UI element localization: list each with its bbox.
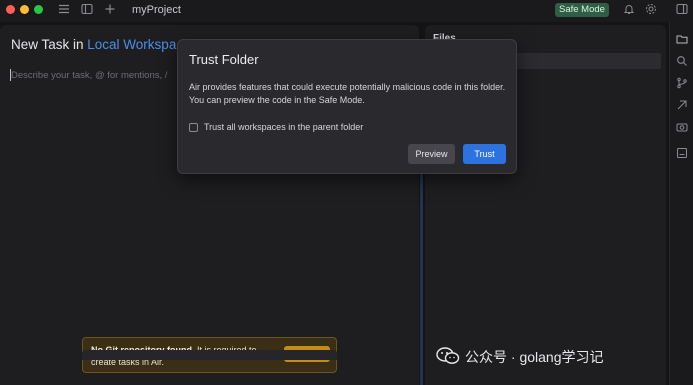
- right-tool-rail: [669, 22, 693, 385]
- preview-button[interactable]: Preview: [408, 144, 455, 164]
- files-search-row[interactable]: [513, 53, 661, 69]
- task-title-prefix: New Task in: [11, 37, 88, 52]
- workspace-link[interactable]: Local Workspa: [87, 37, 176, 52]
- safe-mode-badge[interactable]: Safe Mode: [555, 3, 609, 17]
- task-description-input[interactable]: Describe your task, @ for mentions, /: [11, 70, 167, 81]
- bell-icon[interactable]: [622, 3, 636, 17]
- search-icon[interactable]: [676, 54, 688, 66]
- panel-splitter[interactable]: [420, 160, 423, 385]
- bottom-input-strip: [82, 350, 337, 360]
- task-title: New Task in Local Workspa: [11, 37, 176, 52]
- camera-icon[interactable]: [676, 120, 688, 132]
- dialog-message: Air provides features that could execute…: [189, 82, 506, 105]
- git-branch-icon[interactable]: [676, 76, 688, 89]
- split-view-icon[interactable]: [675, 3, 689, 17]
- trust-button[interactable]: Trust: [463, 144, 506, 164]
- window-minimize-button[interactable]: [20, 5, 29, 14]
- commit-icon[interactable]: [676, 98, 688, 110]
- sidebar-toggle-icon[interactable]: [57, 3, 71, 17]
- plus-icon[interactable]: [103, 3, 117, 17]
- trust-parent-checkbox-label[interactable]: Trust all workspaces in the parent folde…: [204, 122, 363, 132]
- dialog-title: Trust Folder: [189, 52, 259, 67]
- gear-icon[interactable]: [644, 3, 658, 17]
- watermark-text: 公众号 · golang学习记: [465, 349, 604, 365]
- trust-folder-dialog: Trust Folder Air provides features that …: [177, 39, 517, 174]
- wechat-logo-icon: [435, 346, 461, 366]
- window-close-button[interactable]: [6, 5, 15, 14]
- folder-icon[interactable]: [676, 32, 688, 44]
- watermark: 公众号 · golang学习记: [435, 346, 680, 368]
- window-maximize-button[interactable]: [34, 5, 43, 14]
- project-name[interactable]: myProject: [132, 4, 181, 16]
- title-bar: myProject Safe Mode: [0, 0, 693, 22]
- panel-layout-icon[interactable]: [80, 3, 94, 17]
- trust-parent-checkbox[interactable]: [189, 123, 198, 132]
- terminal-icon[interactable]: [676, 146, 688, 158]
